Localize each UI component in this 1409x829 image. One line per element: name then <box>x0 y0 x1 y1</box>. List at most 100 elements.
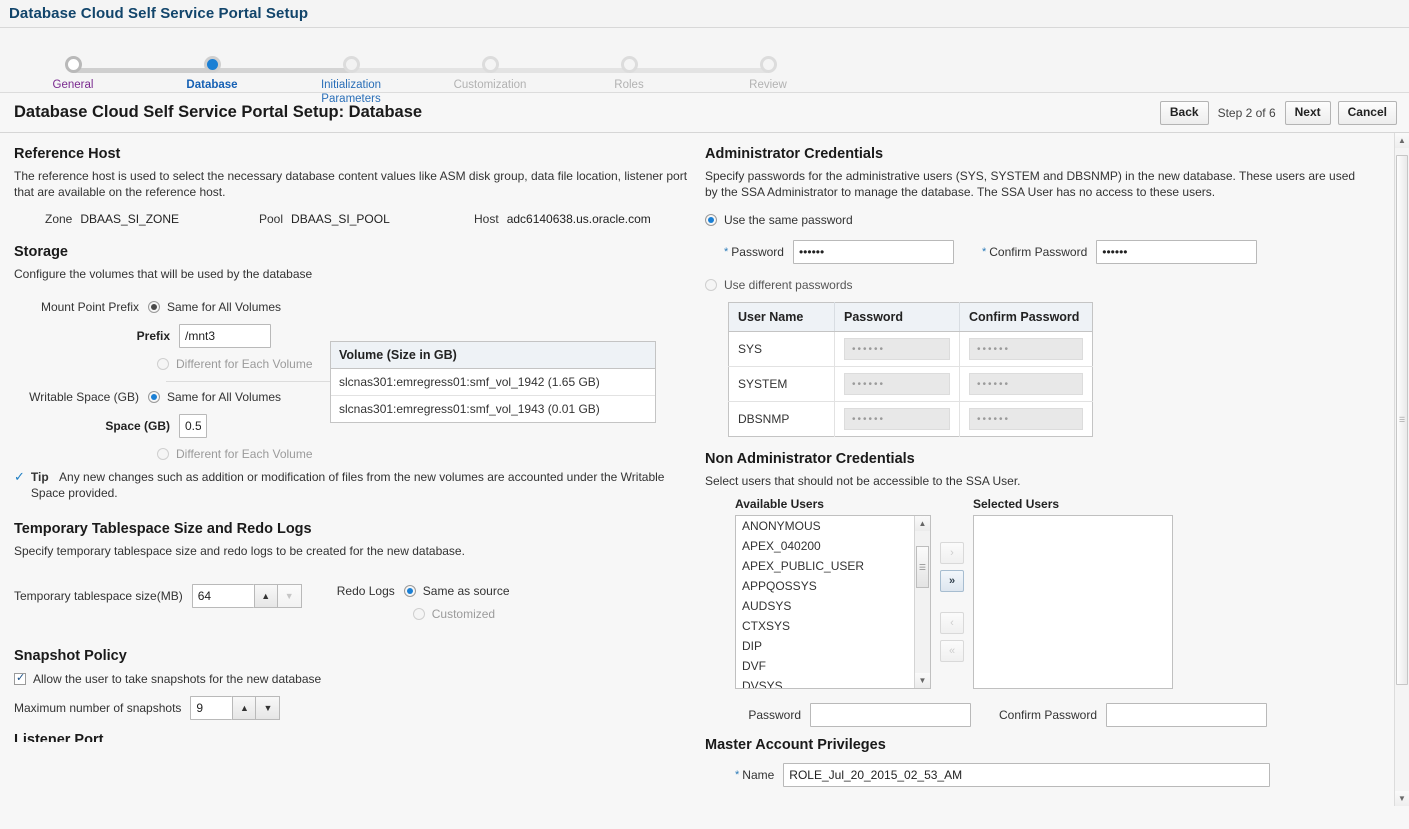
prefix-label: Prefix <box>136 329 170 343</box>
reference-host-description: The reference host is used to select the… <box>14 169 688 199</box>
tip-label: Tip <box>30 470 49 484</box>
use-different-passwords-radio[interactable] <box>705 279 717 291</box>
page-header: Database Cloud Self Service Portal Setup… <box>0 93 1409 133</box>
temp-size-decrement-button[interactable]: ▼ <box>277 584 302 608</box>
move-all-left-button[interactable]: « <box>940 640 964 662</box>
temp-size-input[interactable] <box>191 584 254 608</box>
mount-same-all-radio[interactable] <box>148 301 160 313</box>
cell-confirm: •••••• <box>960 402 1093 437</box>
train-dot-review-icon <box>759 56 777 73</box>
scroll-up-arrow-icon[interactable]: ▲ <box>915 516 930 531</box>
move-left-button[interactable]: ‹ <box>940 612 964 634</box>
pool-label: Pool <box>259 212 284 226</box>
allow-snapshots-row[interactable]: Allow the user to take snapshots for the… <box>14 671 688 686</box>
scroll-down-arrow-icon[interactable]: ▼ <box>915 673 930 688</box>
max-snapshots-decrement-button[interactable]: ▼ <box>256 696 281 720</box>
max-snapshots-input[interactable] <box>190 696 233 720</box>
writable-different-radio[interactable] <box>157 448 169 460</box>
next-button[interactable]: Next <box>1284 100 1331 125</box>
app-title: Database Cloud Self Service Portal Setup <box>9 5 309 22</box>
temp-size-spinner[interactable]: ▲ ▼ <box>191 584 302 608</box>
non-admin-confirm-input[interactable] <box>1106 703 1268 727</box>
list-item[interactable]: APEX_PUBLIC_USER <box>736 556 930 576</box>
writable-different-radio-row[interactable]: Different for Each Volume <box>157 447 313 461</box>
non-admin-credentials-description: Select users that should not be accessib… <box>705 474 1021 488</box>
prefix-input[interactable] <box>179 324 271 348</box>
confirm-password-input[interactable] <box>1096 240 1258 264</box>
available-users-scrollbar[interactable]: ▲ ☰ ▼ <box>914 516 930 688</box>
allow-snapshots-label: Allow the user to take snapshots for the… <box>33 672 322 686</box>
train-step-database[interactable]: Database <box>152 56 272 92</box>
password-input[interactable] <box>792 240 954 264</box>
selected-users-list[interactable] <box>973 515 1173 689</box>
table-row: SYS •••••• •••••• <box>728 331 1093 367</box>
train-step-initialization-parameters[interactable]: Initialization Parameters <box>291 56 411 106</box>
shuttle-buttons: › » ‹ « <box>940 497 964 689</box>
max-snapshots-increment-button[interactable]: ▲ <box>232 696 257 720</box>
redo-custom-radio[interactable] <box>412 608 425 620</box>
page-scroll-up-icon[interactable]: ▲ <box>1395 133 1409 148</box>
password-required-marker: * <box>724 246 729 258</box>
redo-custom-row: Customized <box>337 607 510 621</box>
pool-value: DBAAS_SI_POOL <box>291 212 390 226</box>
volume-table-wrap: Volume (Size in GB) slcnas301:emregress0… <box>330 300 656 461</box>
page-scroll-down-icon[interactable]: ▼ <box>1395 791 1409 806</box>
list-item[interactable]: APEX_040200 <box>736 536 930 556</box>
temp-size-increment-button[interactable]: ▲ <box>253 584 278 608</box>
writable-same-all-radio[interactable] <box>148 391 160 403</box>
mount-different-radio[interactable] <box>157 358 169 370</box>
master-name-input[interactable] <box>783 763 1271 787</box>
table-header-row: User Name Password Confirm Password <box>728 302 1093 332</box>
list-item[interactable]: DVF <box>736 656 930 676</box>
train-step-roles[interactable]: Roles <box>569 56 689 92</box>
redo-same-radio-row[interactable]: Same as source <box>403 584 510 598</box>
use-different-passwords-row[interactable]: Use different passwords <box>705 278 1369 292</box>
redo-same-radio[interactable] <box>403 585 416 597</box>
scrollbar-thumb[interactable]: ☰ <box>916 546 929 588</box>
max-snapshots-spinner[interactable]: ▲ ▼ <box>190 696 281 720</box>
snapshot-policy-heading: Snapshot Policy <box>14 648 127 664</box>
use-same-password-row[interactable]: Use the same password <box>705 213 1369 227</box>
train-dot-general-icon <box>64 56 82 73</box>
temp-size-label: Temporary tablespace size(MB) <box>14 589 183 603</box>
move-all-right-button[interactable]: » <box>940 570 964 592</box>
space-input[interactable] <box>179 414 207 438</box>
page-scrollbar[interactable]: ▲ ☰ ▼ <box>1394 133 1409 806</box>
available-users-label: Available Users <box>735 497 824 511</box>
table-row: DBSNMP •••••• •••••• <box>728 401 1093 437</box>
non-admin-password-input[interactable] <box>810 703 971 727</box>
mount-point-prefix-label: Mount Point Prefix <box>40 300 139 314</box>
use-same-password-radio[interactable] <box>705 214 717 226</box>
mount-same-all-radio-row[interactable]: Same for All Volumes <box>148 300 281 314</box>
space-label: Space (GB) <box>105 419 170 433</box>
list-item[interactable]: AUDSYS <box>736 596 930 616</box>
mount-different-radio-row[interactable]: Different for Each Volume <box>157 357 313 371</box>
cancel-button[interactable]: Cancel <box>1337 100 1397 125</box>
page-scrollbar-thumb[interactable]: ☰ <box>1396 155 1408 685</box>
cell-password: •••••• <box>834 366 960 402</box>
list-item[interactable]: DIP <box>736 636 930 656</box>
available-users-list[interactable]: ANONYMOUS APEX_040200 APEX_PUBLIC_USER A… <box>735 515 931 689</box>
storage-body: Mount Point Prefix Same for All Volumes … <box>14 300 688 461</box>
list-item[interactable]: APPQOSSYS <box>736 576 930 596</box>
table-row: SYSTEM •••••• •••••• <box>728 366 1093 402</box>
volume-row[interactable]: slcnas301:emregress01:smf_vol_1943 (0.01… <box>331 396 655 422</box>
available-users-column: Available Users ANONYMOUS APEX_040200 AP… <box>735 497 931 689</box>
writable-space-row: Writable Space (GB) Same for All Volumes <box>14 390 330 404</box>
reference-host-heading: Reference Host <box>14 146 121 162</box>
back-button[interactable]: Back <box>1159 100 1209 125</box>
redo-custom-radio-row[interactable]: Customized <box>412 607 496 621</box>
mount-different-label: Different for Each Volume <box>176 357 313 371</box>
redo-custom-label: Customized <box>431 607 496 621</box>
volume-row[interactable]: slcnas301:emregress01:smf_vol_1942 (1.65… <box>331 369 655 396</box>
allow-snapshots-checkbox[interactable] <box>14 671 26 685</box>
train-step-review[interactable]: Review <box>708 56 828 92</box>
list-item[interactable]: ANONYMOUS <box>736 516 930 536</box>
train-step-general[interactable]: General <box>13 56 133 92</box>
list-item[interactable]: DVSYS <box>736 676 930 688</box>
writable-same-all-radio-row[interactable]: Same for All Volumes <box>148 390 281 404</box>
move-right-button[interactable]: › <box>940 542 964 564</box>
col-confirm-password: Confirm Password <box>959 302 1093 332</box>
list-item[interactable]: CTXSYS <box>736 616 930 636</box>
train-step-customization[interactable]: Customization <box>430 56 550 92</box>
